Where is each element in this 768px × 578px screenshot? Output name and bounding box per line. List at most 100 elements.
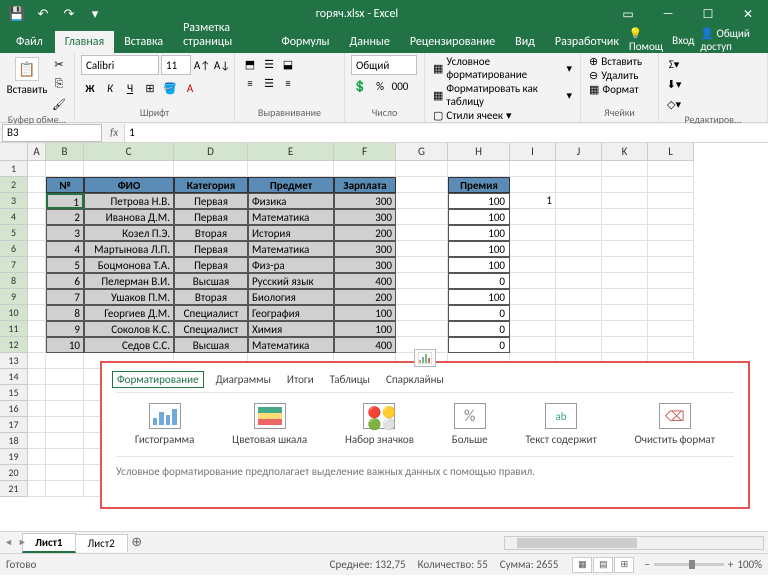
cell[interactable]: 200: [334, 289, 396, 305]
align-right-icon[interactable]: ≡: [279, 74, 297, 92]
cell[interactable]: [510, 273, 556, 289]
row-header[interactable]: 21: [0, 481, 28, 497]
tab-file[interactable]: Файл: [4, 31, 55, 53]
qa-icon-set[interactable]: 🔴🟡🟢⚪Набор значков: [345, 403, 414, 446]
qa-tab-formatting[interactable]: Форматирование: [112, 371, 204, 388]
qa-tab-charts[interactable]: Диаграммы: [216, 373, 271, 386]
row-header[interactable]: 20: [0, 465, 28, 481]
cell[interactable]: Высшая: [174, 273, 248, 289]
cell[interactable]: Вторая: [174, 225, 248, 241]
cell[interactable]: 2: [46, 209, 84, 225]
cell[interactable]: [648, 337, 694, 353]
row-header[interactable]: 7: [0, 257, 28, 273]
cell[interactable]: 3: [46, 225, 84, 241]
row-header[interactable]: 19: [0, 449, 28, 465]
row-header[interactable]: 14: [0, 369, 28, 385]
row-header[interactable]: 9: [0, 289, 28, 305]
col-header[interactable]: F: [334, 143, 396, 161]
cell[interactable]: [556, 273, 602, 289]
cell[interactable]: [602, 337, 648, 353]
fill-color-icon[interactable]: 🪣: [161, 79, 179, 97]
cell[interactable]: Вторая: [174, 289, 248, 305]
cell[interactable]: [510, 257, 556, 273]
cell[interactable]: [510, 305, 556, 321]
tab-home[interactable]: Главная: [55, 31, 114, 53]
col-header[interactable]: G: [396, 143, 448, 161]
cell[interactable]: [556, 289, 602, 305]
cell[interactable]: 300: [334, 209, 396, 225]
cell[interactable]: [602, 257, 648, 273]
cell[interactable]: №: [46, 177, 84, 193]
comma-icon[interactable]: 000: [391, 77, 409, 95]
cell[interactable]: 5: [46, 257, 84, 273]
col-header[interactable]: D: [174, 143, 248, 161]
cell[interactable]: [556, 209, 602, 225]
cell[interactable]: Математика: [248, 209, 334, 225]
cell[interactable]: [556, 305, 602, 321]
font-color-icon[interactable]: A: [181, 79, 199, 97]
insert-cells-button[interactable]: ⊕Вставить: [587, 55, 644, 68]
cell[interactable]: Биология: [248, 289, 334, 305]
save-icon[interactable]: 💾: [6, 3, 28, 25]
cell[interactable]: [174, 161, 248, 177]
cell[interactable]: [334, 161, 396, 177]
cell[interactable]: 6: [46, 273, 84, 289]
qa-clear-format[interactable]: ⌫Очистить формат: [635, 403, 716, 446]
cut-icon[interactable]: ✂: [50, 55, 68, 73]
cell[interactable]: [556, 193, 602, 209]
view-page-layout-icon[interactable]: ▤: [593, 557, 613, 573]
cell[interactable]: 100: [448, 257, 510, 273]
share-button[interactable]: 👤 Общий доступ: [700, 27, 762, 53]
qa-tab-sparklines[interactable]: Спарклайны: [386, 373, 444, 386]
cell[interactable]: [46, 433, 84, 449]
cell[interactable]: Специалист: [174, 321, 248, 337]
quick-analysis-icon[interactable]: [414, 349, 436, 367]
cell[interactable]: [396, 289, 448, 305]
cell[interactable]: [46, 449, 84, 465]
row-header[interactable]: 17: [0, 417, 28, 433]
cell[interactable]: Мартынова Л.П.: [84, 241, 174, 257]
cell[interactable]: 100: [448, 225, 510, 241]
row-header[interactable]: 8: [0, 273, 28, 289]
cell[interactable]: [602, 321, 648, 337]
tab-data[interactable]: Данные: [340, 31, 400, 53]
tab-review[interactable]: Рецензирование: [400, 31, 505, 53]
row-header[interactable]: 2: [0, 177, 28, 193]
cell[interactable]: 0: [448, 337, 510, 353]
qa-text-contains[interactable]: abТекст содержит: [525, 403, 596, 446]
qa-greater-than[interactable]: %Больше: [452, 403, 488, 446]
delete-cells-button[interactable]: ⊖Удалить: [587, 69, 644, 82]
cell[interactable]: Соколов К.С.: [84, 321, 174, 337]
cell[interactable]: [602, 225, 648, 241]
fill-icon[interactable]: ⬇▾: [665, 75, 683, 93]
qat-customize-icon[interactable]: ▾: [84, 3, 106, 25]
zoom-control[interactable]: − + 100%: [644, 558, 762, 571]
cell[interactable]: [648, 257, 694, 273]
number-format-select[interactable]: Общий: [351, 55, 417, 75]
cell[interactable]: 100: [448, 193, 510, 209]
col-header[interactable]: A: [28, 143, 46, 161]
cell[interactable]: Премия: [448, 177, 510, 193]
conditional-formatting-button[interactable]: ▦Условное форматирование▾: [431, 55, 574, 81]
sheet-tab-1[interactable]: Лист1: [22, 533, 76, 553]
cell[interactable]: ФИО: [84, 177, 174, 193]
tab-view[interactable]: Вид: [505, 31, 545, 53]
row-header[interactable]: 3: [0, 193, 28, 209]
cell[interactable]: [396, 273, 448, 289]
sheet-tab-2[interactable]: Лист2: [75, 534, 128, 552]
cell[interactable]: Русский язык: [248, 273, 334, 289]
cell[interactable]: [648, 241, 694, 257]
cell[interactable]: [602, 193, 648, 209]
cell[interactable]: Первая: [174, 193, 248, 209]
cell[interactable]: [556, 177, 602, 193]
row-header[interactable]: 10: [0, 305, 28, 321]
cell[interactable]: 0: [448, 321, 510, 337]
align-middle-icon[interactable]: ☰: [260, 55, 278, 73]
sign-in[interactable]: Вход: [672, 34, 694, 47]
cell[interactable]: [396, 161, 448, 177]
cell[interactable]: [396, 193, 448, 209]
cell[interactable]: [556, 257, 602, 273]
cell[interactable]: 100: [334, 305, 396, 321]
cell[interactable]: [396, 209, 448, 225]
qa-color-scale[interactable]: Цветовая шкала: [232, 403, 307, 446]
